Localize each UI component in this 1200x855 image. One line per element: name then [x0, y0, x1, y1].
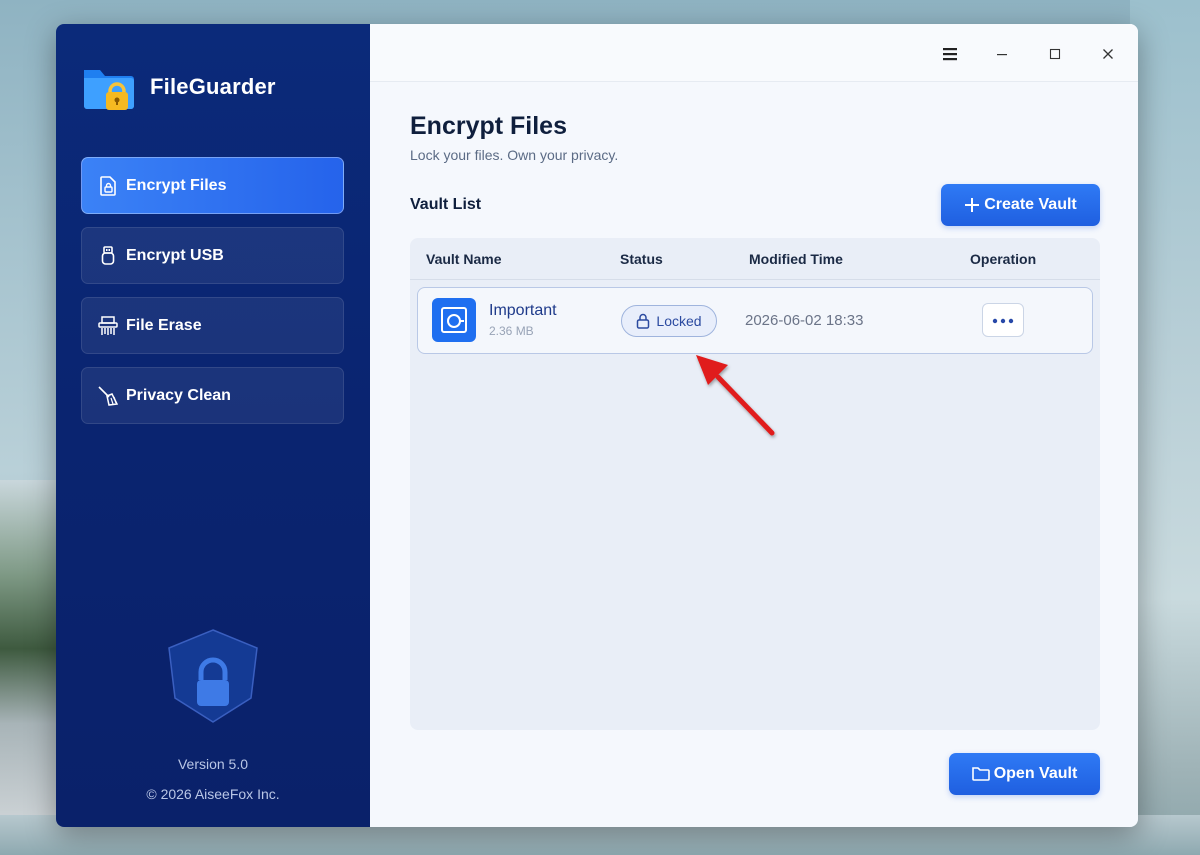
copyright-label: © 2026 AiseeFox Inc.: [146, 786, 280, 802]
file-lock-icon: [98, 175, 118, 196]
usb-icon: [98, 245, 118, 266]
sidebar-nav: Encrypt Files Encrypt USB File Erase Pri…: [81, 157, 344, 437]
table-header: Vault Name Status Modified Time Operatio…: [410, 238, 1100, 280]
more-options-button[interactable]: [982, 303, 1024, 337]
open-vault-label: Open Vault: [993, 765, 1078, 782]
sidebar-item-encrypt-files[interactable]: Encrypt Files: [81, 157, 344, 214]
shredder-icon: [98, 315, 118, 336]
more-dots-icon: [992, 311, 1014, 329]
sidebar-item-label: Encrypt USB: [126, 246, 224, 264]
lock-icon: [636, 313, 650, 329]
broom-icon: [98, 385, 118, 406]
close-icon[interactable]: [1096, 42, 1120, 66]
sidebar-item-encrypt-usb[interactable]: Encrypt USB: [81, 227, 344, 284]
menu-icon[interactable]: [938, 42, 962, 66]
open-vault-button[interactable]: Open Vault: [949, 753, 1100, 795]
status-label: Locked: [656, 313, 702, 329]
table-row[interactable]: Important 2.36 MB Locked 2026-06-02 18:3…: [417, 287, 1093, 354]
status-badge[interactable]: Locked: [621, 305, 717, 337]
sidebar-item-label: Privacy Clean: [126, 386, 231, 404]
create-vault-button[interactable]: Create Vault: [941, 184, 1100, 226]
main-panel: Encrypt Files Lock your files. Own your …: [370, 24, 1138, 827]
title-bar: [370, 24, 1138, 82]
minimize-icon[interactable]: [990, 42, 1014, 66]
column-header-vault-name: Vault Name: [426, 251, 502, 267]
sidebar: FileGuarder Encrypt Files Encrypt USB Fi…: [56, 24, 370, 827]
modified-time: 2026-06-02 18:33: [745, 312, 864, 329]
app-window: FileGuarder Encrypt Files Encrypt USB Fi…: [56, 24, 1138, 827]
sidebar-item-label: Encrypt Files: [126, 176, 227, 194]
vault-table: Vault Name Status Modified Time Operatio…: [410, 238, 1100, 730]
app-name: FileGuarder: [150, 74, 276, 99]
column-header-status: Status: [620, 251, 663, 267]
vault-name: Important: [489, 302, 557, 319]
vault-size: 2.36 MB: [489, 324, 534, 338]
column-header-operation: Operation: [970, 251, 1037, 267]
column-header-modified-time: Modified Time: [749, 251, 843, 267]
create-vault-label: Create Vault: [984, 196, 1077, 213]
sidebar-item-label: File Erase: [126, 316, 202, 334]
desktop-wallpaper-right: [1130, 0, 1200, 855]
sidebar-item-privacy-clean[interactable]: Privacy Clean: [81, 367, 344, 424]
sidebar-item-file-erase[interactable]: File Erase: [81, 297, 344, 354]
vault-list-title: Vault List: [410, 196, 482, 213]
page-title: Encrypt Files: [410, 112, 567, 140]
folder-icon: [971, 766, 990, 782]
version-label: Version 5.0: [177, 756, 249, 772]
brand: FileGuarder: [82, 60, 276, 114]
page-subtitle: Lock your files. Own your privacy.: [410, 147, 619, 163]
plus-icon: [964, 197, 980, 213]
shield-lock-icon: [165, 628, 261, 724]
folder-lock-logo-icon: [82, 60, 136, 114]
vault-safe-icon: [432, 298, 476, 342]
maximize-icon[interactable]: [1043, 42, 1067, 66]
